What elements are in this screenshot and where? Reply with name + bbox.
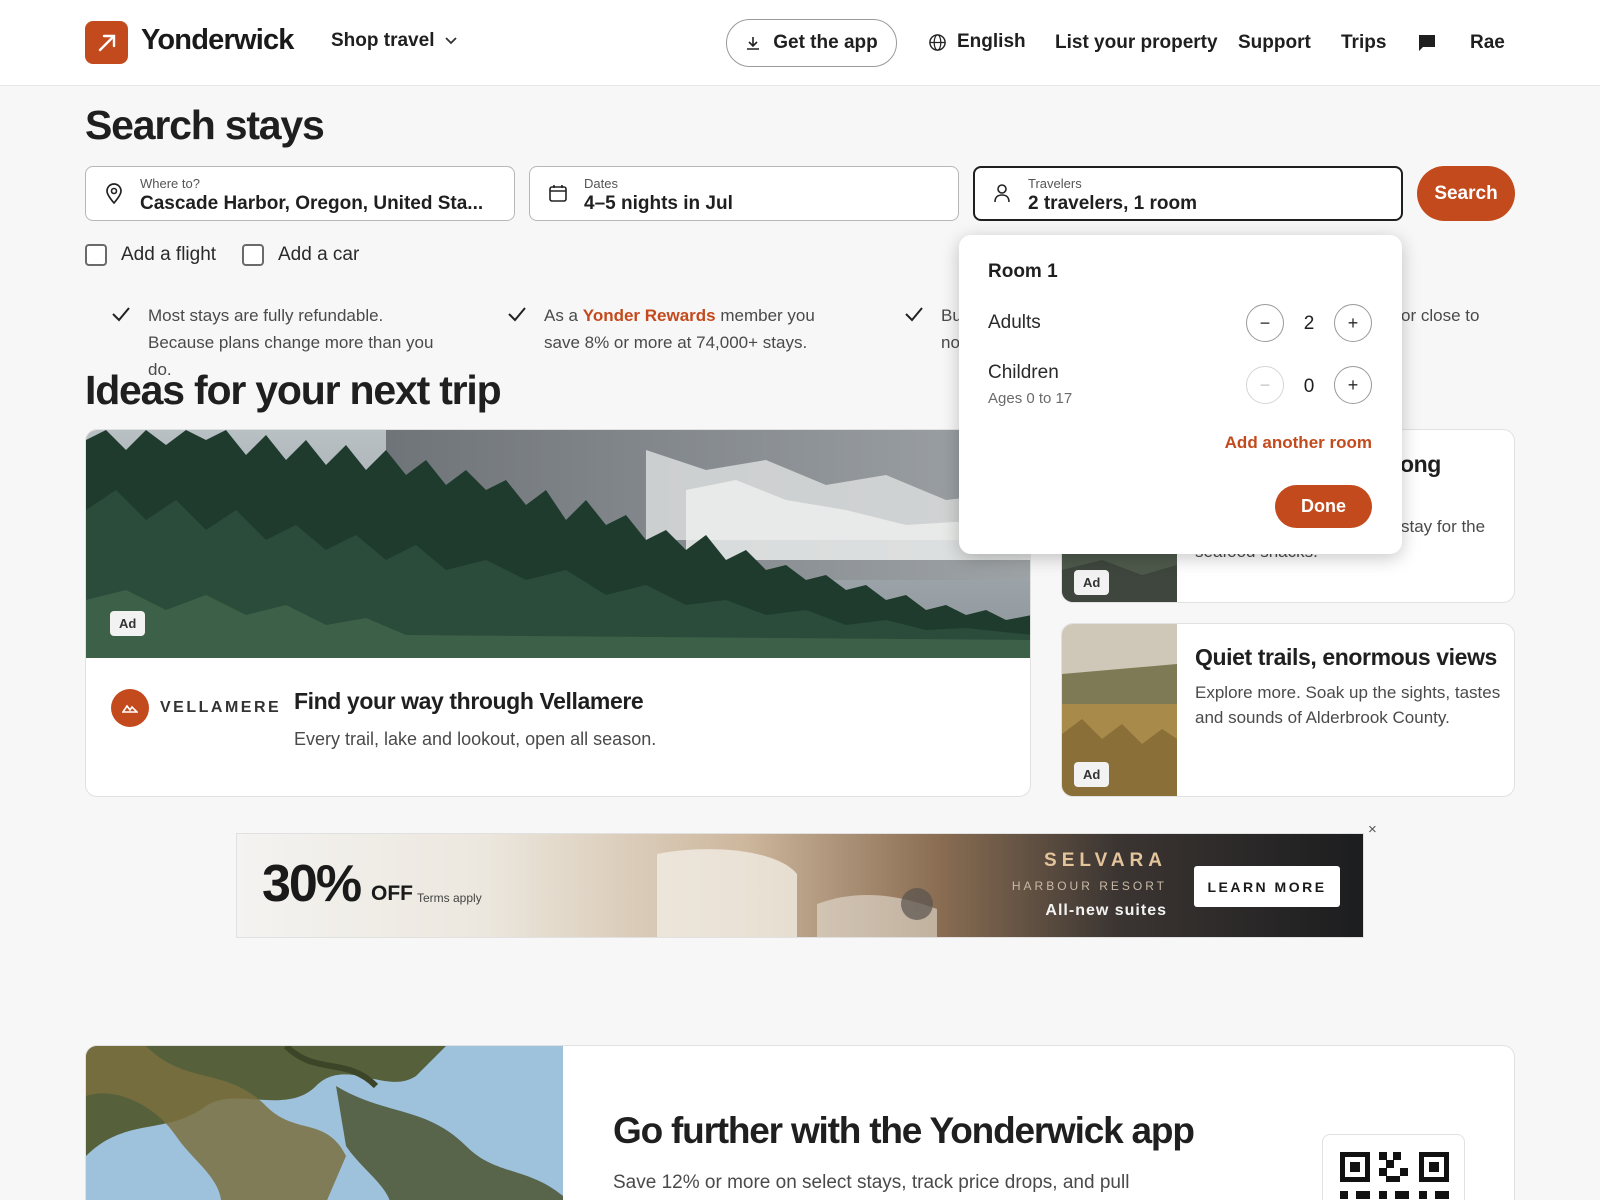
room-title: Room 1	[988, 261, 1058, 282]
travelers-value: 2 travelers, 1 room	[1028, 193, 1197, 214]
section-title: Ideas for your next trip	[85, 367, 502, 413]
language-label: English	[957, 31, 1026, 52]
trips-link[interactable]: Trips	[1341, 32, 1386, 54]
discount-percent: 30%	[262, 855, 362, 913]
card-subtitle-end: stay for the	[1401, 517, 1486, 536]
chevron-down-icon	[445, 37, 458, 45]
search-button[interactable]: Search	[1417, 166, 1515, 221]
forest-mountain-image: Ad	[86, 430, 1030, 658]
dates-field[interactable]: Dates 4–5 nights in Jul	[529, 166, 959, 221]
person-icon	[994, 184, 1010, 203]
rewards-link[interactable]: Yonder Rewards	[583, 306, 716, 325]
card-title[interactable]: ong	[1400, 451, 1514, 478]
brand-name[interactable]: Yonderwick	[141, 24, 294, 57]
children-age-hint: Ages 0 to 17	[988, 390, 1073, 407]
travelers-popover: Room 1 Adults − 2 + Children Ages 0 to 1…	[959, 235, 1402, 554]
checkbox-box[interactable]	[85, 244, 107, 266]
user-menu[interactable]: Rae	[1470, 32, 1505, 54]
adults-increase-button[interactable]: +	[1334, 304, 1372, 342]
selvara-banner-ad[interactable]: 30% OFF Terms apply SELVARA HARBOUR RESO…	[236, 833, 1364, 938]
checkbox-box[interactable]	[242, 244, 264, 266]
adults-count: 2	[1303, 313, 1315, 334]
grassland-image: Ad	[1062, 624, 1177, 796]
shop-travel-label: Shop travel	[331, 30, 435, 51]
language-selector[interactable]: English	[928, 31, 1026, 53]
list-property-link[interactable]: List your property	[1055, 32, 1218, 54]
page-title: Search stays	[85, 102, 325, 148]
learn-more-button[interactable]: LEARN MORE	[1194, 866, 1340, 907]
logo-icon[interactable]	[85, 21, 128, 64]
card-subtitle: Every trail, lake and lookout, open all …	[294, 729, 657, 749]
children-count: 0	[1303, 376, 1315, 397]
close-ad-icon[interactable]: ×	[1368, 821, 1377, 838]
card-subtitle: Explore more. Soak up the sights, tastes…	[1195, 683, 1501, 727]
message-icon[interactable]	[1417, 33, 1437, 58]
dates-value: 4–5 nights in Jul	[584, 193, 733, 214]
ad-badge: Ad	[1074, 570, 1110, 595]
terms-text: Terms apply	[417, 891, 482, 905]
app-promo-card: Go further with the Yonderwick app Save …	[85, 1045, 1515, 1200]
travelers-label: Travelers	[1028, 176, 1082, 191]
add-flight-checkbox[interactable]: Add a flight	[85, 244, 216, 266]
children-increase-button[interactable]: +	[1334, 366, 1372, 404]
app-promo-subtitle: Save 12% or more on select stays, track …	[613, 1172, 1130, 1193]
checkmark-icon	[905, 307, 923, 322]
discount-off: OFF	[371, 882, 413, 905]
app-promo-title: Go further with the Yonderwick app	[613, 1110, 1195, 1151]
qr-code-icon	[1322, 1134, 1465, 1200]
vellamere-logo-icon	[111, 689, 149, 727]
advertiser-name: VELLAMERE	[160, 699, 282, 716]
checkmark-icon	[508, 307, 526, 322]
add-flight-label: Add a flight	[121, 244, 217, 265]
travelers-field[interactable]: Travelers 2 travelers, 1 room	[973, 166, 1403, 221]
checkmark-icon	[112, 307, 130, 322]
children-label: Children	[988, 362, 1059, 383]
card-title[interactable]: Find your way through Vellamere	[294, 688, 644, 715]
resort-tagline: All-new suites	[1045, 902, 1167, 919]
get-app-button[interactable]: Get the app	[726, 19, 897, 67]
support-link[interactable]: Support	[1238, 32, 1311, 54]
benefit-rewards: As a Yonder Rewards member you save 8% o…	[507, 302, 847, 356]
shop-travel-menu[interactable]: Shop travel	[331, 30, 458, 52]
ad-badge: Ad	[1074, 762, 1110, 787]
location-pin-icon	[106, 183, 122, 205]
done-button[interactable]: Done	[1275, 485, 1372, 528]
resort-name: SELVARA	[1044, 850, 1167, 871]
side-ad-card-2[interactable]: Ad Quiet trails, enormous views Explore …	[1061, 623, 1515, 797]
add-car-label: Add a car	[278, 244, 360, 265]
card-title[interactable]: Quiet trails, enormous views	[1195, 644, 1505, 671]
adults-label: Adults	[988, 312, 1041, 333]
add-car-checkbox[interactable]: Add a car	[242, 244, 359, 266]
destination-label: Where to?	[140, 176, 200, 191]
resort-subtitle: HARBOUR RESORT	[1011, 879, 1167, 893]
top-header: Yonderwick Shop travel Get the app Engli…	[0, 0, 1600, 86]
benefit-text-end: or close to	[1401, 306, 1480, 325]
adults-decrease-button[interactable]: −	[1246, 304, 1284, 342]
download-icon	[747, 37, 760, 50]
globe-icon	[929, 33, 946, 51]
children-decrease-button[interactable]: −	[1246, 366, 1284, 404]
ad-badge: Ad	[110, 611, 146, 636]
destination-value: Cascade Harbor, Oregon, United Sta...	[140, 193, 484, 214]
add-another-room-link[interactable]: Add another room	[1225, 433, 1372, 453]
benefit-text-pre: As a	[544, 306, 583, 325]
destination-field[interactable]: Where to? Cascade Harbor, Oregon, United…	[85, 166, 515, 221]
calendar-icon	[549, 185, 567, 202]
benefit-text-line2: no	[941, 333, 960, 352]
palm-tree-image	[86, 1046, 563, 1200]
get-app-label: Get the app	[773, 32, 878, 53]
vellamere-ad-card[interactable]: Ad VELLAMERE Find your way through Vella…	[85, 429, 1031, 797]
dates-label: Dates	[584, 176, 618, 191]
